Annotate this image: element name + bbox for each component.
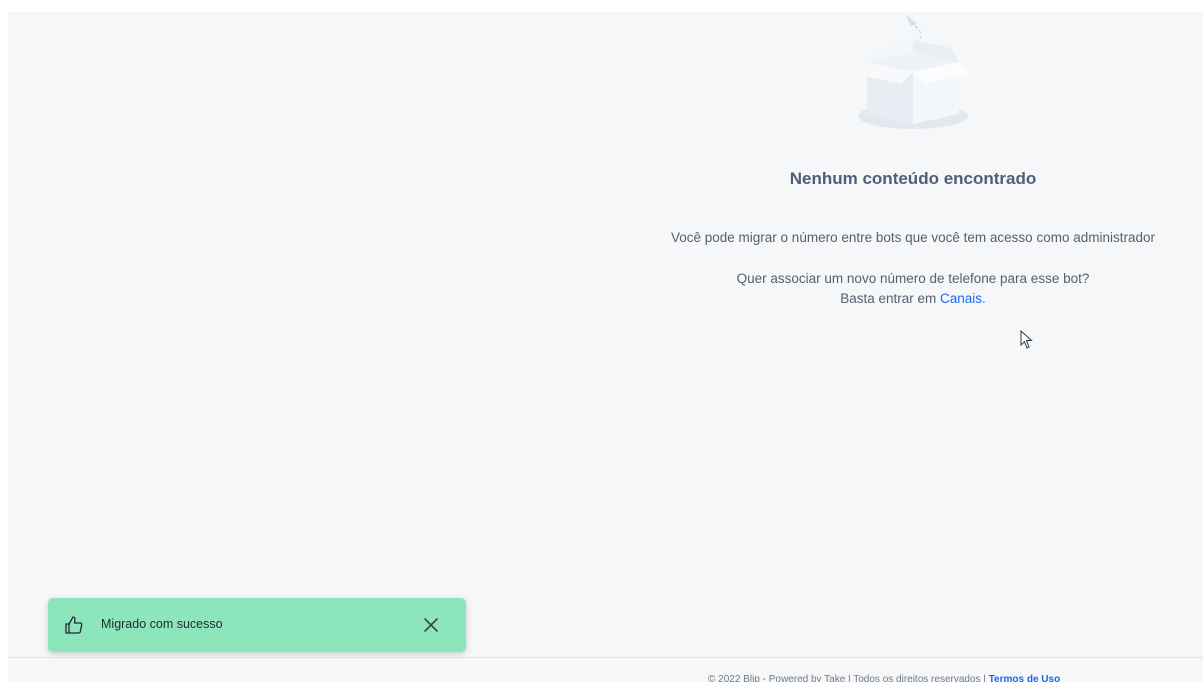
- channels-link[interactable]: Canais.: [940, 291, 986, 306]
- footer-copyright-text: © 2022 Blip - Powered by Take | Todos os…: [708, 674, 989, 682]
- footer: © 2022 Blip - Powered by Take | Todos os…: [8, 657, 1203, 682]
- toast-message: Migrado com sucesso: [101, 617, 223, 631]
- empty-state-hint-prefix: Basta entrar em: [840, 291, 940, 306]
- main-content: Nenhum conteúdo encontrado Você pode mig…: [8, 12, 1203, 682]
- empty-state-hint: Quer associar um novo número de telefone…: [588, 269, 1203, 309]
- empty-state-title: Nenhum conteúdo encontrado: [789, 169, 1037, 188]
- thumbs-up-icon: [65, 616, 83, 634]
- empty-state-hint-line2: Basta entrar em Canais.: [588, 289, 1203, 309]
- empty-state-description: Você pode migrar o número entre bots que…: [670, 230, 1155, 245]
- footer-copyright: © 2022 Blip - Powered by Take | Todos os…: [708, 674, 1060, 682]
- success-toast: Migrado com sucesso: [48, 598, 466, 652]
- terms-of-use-link[interactable]: Termos de Uso: [989, 674, 1061, 682]
- close-icon[interactable]: [418, 612, 444, 638]
- empty-box-icon: [855, 14, 971, 129]
- mouse-cursor-icon: [1020, 330, 1033, 349]
- empty-state-hint-line1: Quer associar um novo número de telefone…: [736, 271, 1090, 286]
